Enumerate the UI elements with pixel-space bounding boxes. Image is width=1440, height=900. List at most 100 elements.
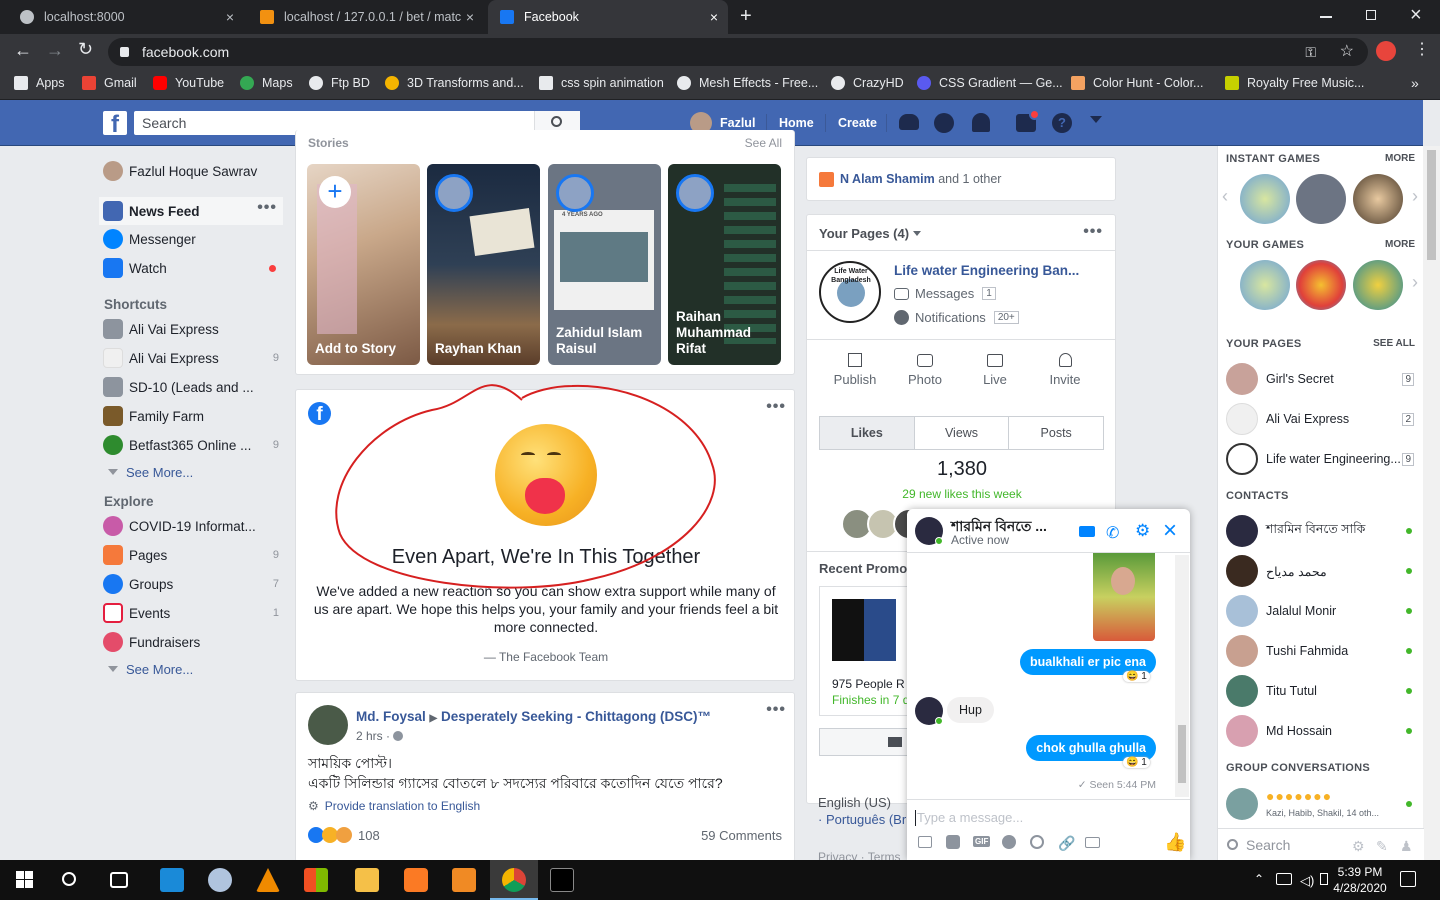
new-tab-button[interactable]: + — [740, 5, 752, 28]
search-icon[interactable] — [62, 872, 76, 886]
game-icon-ludo[interactable] — [1240, 260, 1290, 310]
bookmark-ftpbd[interactable]: Ftp BD — [309, 76, 370, 90]
explore-item[interactable]: Events 1 — [103, 601, 283, 625]
forward-icon[interactable]: → — [46, 40, 64, 61]
bookmark-royalty-music[interactable]: Royalty Free Music... — [1225, 76, 1364, 90]
url-field[interactable]: facebook.com ⚿ ☆ — [108, 38, 1368, 66]
sidebar-page-item[interactable]: Ali Vai Express 2 — [1226, 402, 1416, 436]
notification-card[interactable]: N Alam Shamim and 1 other — [806, 157, 1116, 201]
window-close-icon[interactable]: × — [1410, 4, 1422, 27]
bookmark-css-gradient[interactable]: CSS Gradient — Ge... — [917, 76, 1063, 90]
phone-icon[interactable]: ✆ — [1106, 523, 1119, 543]
contact-item[interactable]: Jalalul Monir — [1226, 594, 1416, 628]
more-options-icon[interactable]: ••• — [766, 398, 786, 416]
terminal-icon[interactable] — [550, 868, 574, 892]
explore-item[interactable]: Pages 9 — [103, 543, 283, 567]
notifications-center-icon[interactable] — [1400, 871, 1416, 887]
sidebar-page-item[interactable]: Life water Engineering... 9 — [1226, 442, 1416, 476]
attachment-icon[interactable]: 🔗 — [1058, 835, 1075, 852]
file-explorer-icon[interactable] — [355, 868, 379, 892]
network-icon[interactable] — [1276, 873, 1292, 885]
more-link[interactable]: MORE — [1385, 239, 1415, 250]
friends-icon[interactable] — [899, 114, 919, 130]
compose-icon[interactable]: ✎ — [1376, 838, 1388, 855]
tab-close-icon[interactable]: × — [710, 9, 718, 25]
browser-tab-active[interactable]: Facebook × — [488, 0, 728, 34]
shortcut-item[interactable]: SD-10 (Leads and ... — [103, 375, 283, 399]
shortcut-item[interactable]: Ali Vai Express 9 — [103, 346, 283, 370]
live-button[interactable]: Live — [960, 351, 1030, 387]
post-time[interactable]: 2 hrs · — [356, 729, 404, 743]
close-icon[interactable]: × — [1163, 517, 1177, 545]
games-icon[interactable] — [1030, 835, 1044, 849]
menu-icon[interactable]: ⋮ — [1414, 39, 1430, 59]
game-icon-atom[interactable] — [1296, 174, 1346, 224]
bookmark-3d-transforms[interactable]: 3D Transforms and... — [385, 76, 524, 90]
emoji-icon[interactable] — [1002, 835, 1016, 849]
language-switcher[interactable]: · Português (Br — [818, 812, 906, 827]
page-scrollbar[interactable] — [1423, 146, 1440, 860]
publish-button[interactable]: Publish — [820, 351, 890, 387]
profile-avatar[interactable] — [1376, 41, 1396, 61]
author-link[interactable]: Md. Foysal — [356, 709, 426, 724]
invite-button[interactable]: Invite — [1030, 351, 1100, 387]
notif-name[interactable]: N Alam Shamim — [840, 172, 935, 186]
reactions-summary[interactable]: 108 — [308, 827, 380, 843]
more-bookmarks-icon[interactable]: » — [1411, 75, 1419, 91]
reload-icon[interactable]: ↻ — [78, 39, 93, 60]
more-options-icon[interactable]: ••• — [1083, 223, 1103, 241]
chat-search[interactable]: Search ⚙ ✎ ♟ — [1218, 828, 1424, 860]
star-icon[interactable]: ☆ — [1340, 38, 1354, 66]
see-all-link[interactable]: See All — [745, 136, 782, 150]
tab-likes[interactable]: Likes — [820, 417, 915, 449]
contact-item[interactable]: Titu Tutul — [1226, 674, 1416, 708]
story-card[interactable]: 4 YEARS AGO Zahidul Islam Raisul — [548, 164, 661, 365]
story-card[interactable]: Rayhan Khan — [427, 164, 540, 365]
explore-item[interactable]: Fundraisers — [103, 630, 283, 654]
explore-item[interactable]: COVID-19 Informat... — [103, 514, 283, 538]
gear-icon[interactable]: ⚙ — [1135, 521, 1150, 541]
message-incoming[interactable]: Hup — [947, 697, 994, 723]
contact-item[interactable]: শারমিন বিনতে সাকি — [1226, 514, 1416, 548]
thumbs-up-icon[interactable]: 👍 — [1164, 832, 1186, 853]
volume-icon[interactable]: ◁) — [1300, 873, 1314, 889]
browser-tab[interactable]: localhost / 127.0.0.1 / bet / matc × — [248, 0, 484, 34]
gif-icon[interactable]: GIF — [973, 836, 991, 847]
scrollbar-thumb[interactable] — [1178, 725, 1186, 783]
language-tray-icon[interactable] — [1320, 873, 1328, 885]
more-options-icon[interactable]: ••• — [257, 199, 277, 217]
browser-tab[interactable]: localhost:8000 × — [8, 0, 244, 34]
your-pages-heading[interactable]: Your Pages (4) — [819, 226, 921, 241]
story-card-add[interactable]: + Add to Story — [307, 164, 420, 365]
restore-icon[interactable] — [1366, 10, 1376, 20]
story-card[interactable]: Raihan Muhammad Rifat — [668, 164, 781, 365]
tab-close-icon[interactable]: × — [226, 9, 234, 25]
shortcut-item[interactable]: Ali Vai Express — [103, 317, 283, 341]
windows-start-icon[interactable] — [14, 868, 38, 892]
page-messages-link[interactable]: Messages 1 — [894, 286, 996, 301]
bookmark-mesh-effects[interactable]: Mesh Effects - Free... — [677, 76, 818, 90]
language-link[interactable]: Português (Br — [826, 812, 906, 827]
help-icon[interactable]: ? — [1052, 113, 1072, 133]
chevron-right-icon[interactable]: › — [1412, 272, 1418, 293]
facebook-logo[interactable]: f — [103, 111, 127, 135]
contact-item[interactable]: محمد مدياح — [1226, 554, 1416, 588]
game-icon-ludo-2[interactable] — [1353, 174, 1403, 224]
shortcut-item[interactable]: Family Farm — [103, 404, 283, 428]
contact-item[interactable]: Md Hossain — [1226, 714, 1416, 748]
translate-link[interactable]: ⚙ Provide translation to English — [308, 799, 480, 813]
profile-link[interactable]: Fazlul — [720, 116, 755, 130]
page-logo[interactable]: Life Water Bangladesh — [819, 261, 881, 323]
tray-chevron-icon[interactable]: ⌃ — [1254, 872, 1264, 886]
gear-icon[interactable]: ⚙ — [1352, 838, 1365, 855]
xampp-icon[interactable] — [404, 868, 428, 892]
more-options-icon[interactable]: ••• — [766, 701, 786, 719]
game-icon-ball[interactable] — [1353, 260, 1403, 310]
message-input[interactable]: Type a message... — [917, 810, 1023, 825]
photo-icon[interactable] — [918, 836, 932, 848]
sticker-icon[interactable] — [946, 835, 960, 849]
chat-scrollbar[interactable] — [1175, 555, 1189, 797]
photo-button[interactable]: Photo — [890, 351, 960, 387]
bookmark-gmail[interactable]: Gmail — [82, 76, 137, 90]
see-more-shortcuts[interactable]: See More... — [108, 465, 193, 480]
